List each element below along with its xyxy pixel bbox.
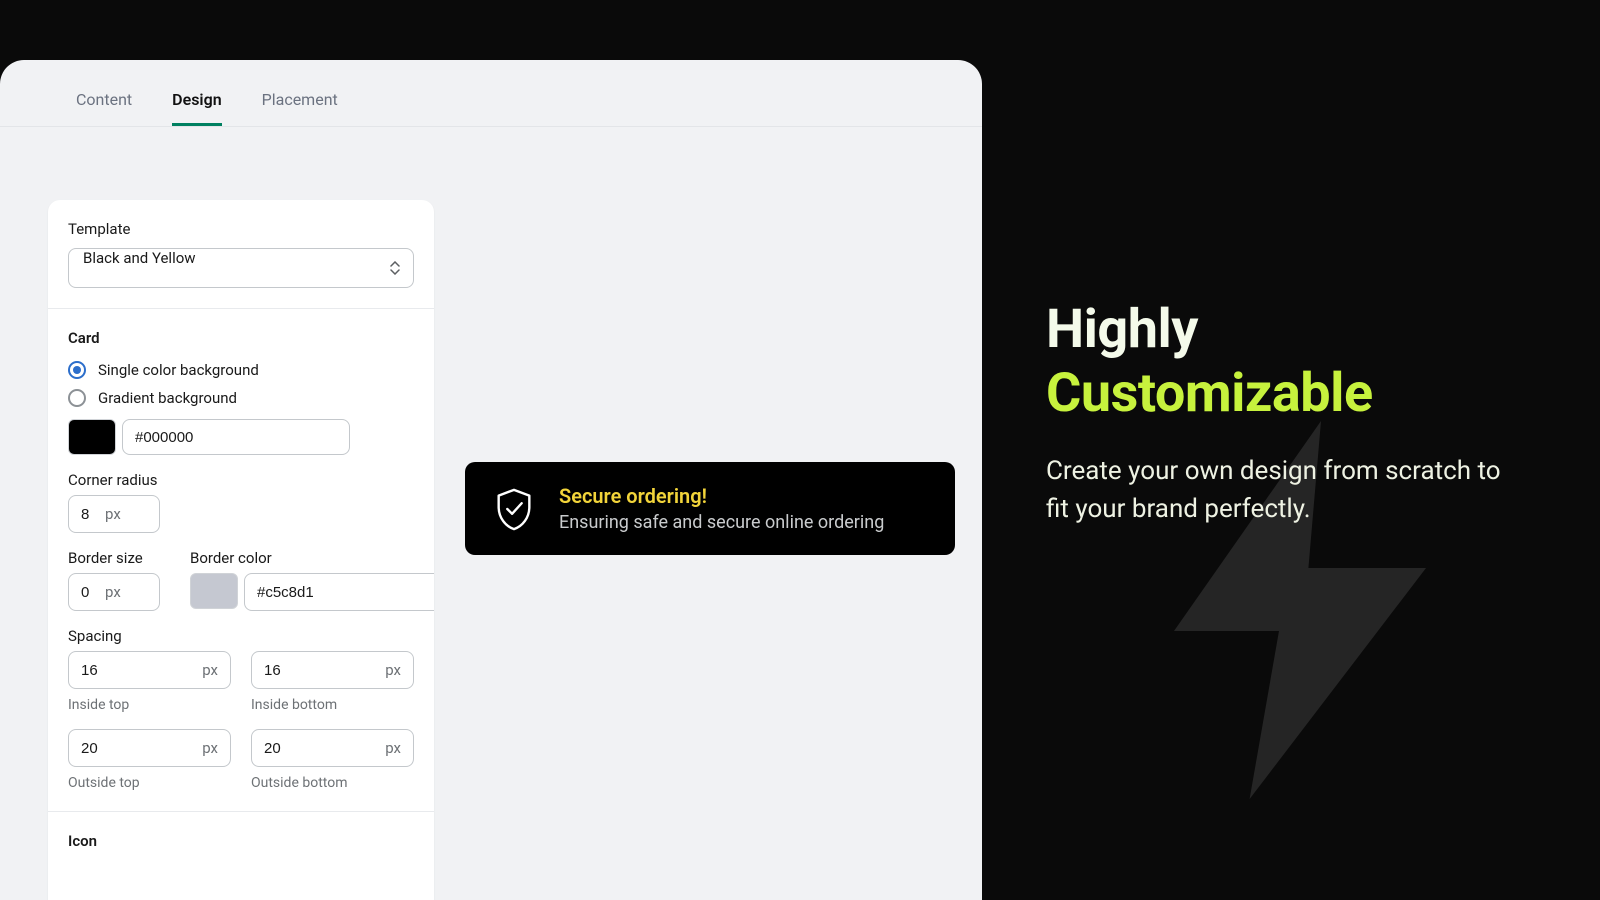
marketing-copy: Highly Customizable Create your own desi… [1046,298,1526,529]
icon-section-title: Icon [68,832,414,850]
bg-color-input[interactable] [122,419,350,455]
preview-card: Secure ordering! Ensuring safe and secur… [465,462,955,555]
radio-icon [68,389,86,407]
corner-radius-input[interactable]: px [68,495,160,533]
card-section: Card Single color background Gradient ba… [48,309,434,812]
corner-radius-label: Corner radius [68,471,160,489]
radio-icon [68,361,86,379]
inside-bottom-sublabel: Inside bottom [251,697,414,713]
template-label: Template [68,220,414,238]
marketing-body: Create your own design from scratch to f… [1046,453,1526,528]
unit-px: px [385,739,413,757]
preview-subtitle: Ensuring safe and secure online ordering [559,512,884,533]
unit-px: px [385,661,413,679]
inside-top-sublabel: Inside top [68,697,231,713]
inside-top-input[interactable]: px [68,651,231,689]
template-select[interactable]: Black and Yellow [68,248,414,288]
radio-gradient-bg-label: Gradient background [98,389,237,407]
border-color-label: Border color [190,549,434,567]
radio-single-bg[interactable]: Single color background [68,361,414,379]
template-section: Template Black and Yellow [48,200,434,309]
border-size-input[interactable]: px [68,573,160,611]
border-color-swatch[interactable] [190,573,238,609]
spacing-label: Spacing [68,627,414,645]
outside-top-input[interactable]: px [68,729,231,767]
marketing-heading: Highly Customizable [1046,298,1526,425]
bg-color-swatch[interactable] [68,419,116,455]
marketing-heading-line1: Highly [1046,298,1198,361]
icon-section: Icon [48,812,434,884]
tab-content[interactable]: Content [76,90,132,126]
tab-placement[interactable]: Placement [262,90,338,126]
inside-bottom-input[interactable]: px [251,651,414,689]
tab-design[interactable]: Design [172,90,221,126]
outside-bottom-input[interactable]: px [251,729,414,767]
unit-px: px [202,661,230,679]
radio-gradient-bg[interactable]: Gradient background [68,389,414,407]
unit-px: px [105,505,133,523]
border-color-input[interactable] [244,573,434,611]
radio-single-bg-label: Single color background [98,361,259,379]
preview-title: Secure ordering! [559,484,884,508]
border-size-label: Border size [68,549,160,567]
app-panel: Content Design Placement Template Black … [0,60,982,900]
outside-top-sublabel: Outside top [68,775,231,791]
shield-check-icon [491,486,537,532]
outside-bottom-sublabel: Outside bottom [251,775,414,791]
marketing-heading-line2: Customizable [1046,362,1373,425]
tabs: Content Design Placement [0,60,982,127]
unit-px: px [202,739,230,757]
unit-px: px [105,583,133,601]
card-section-title: Card [68,329,414,347]
settings-card: Template Black and Yellow Card Single co… [48,200,434,900]
